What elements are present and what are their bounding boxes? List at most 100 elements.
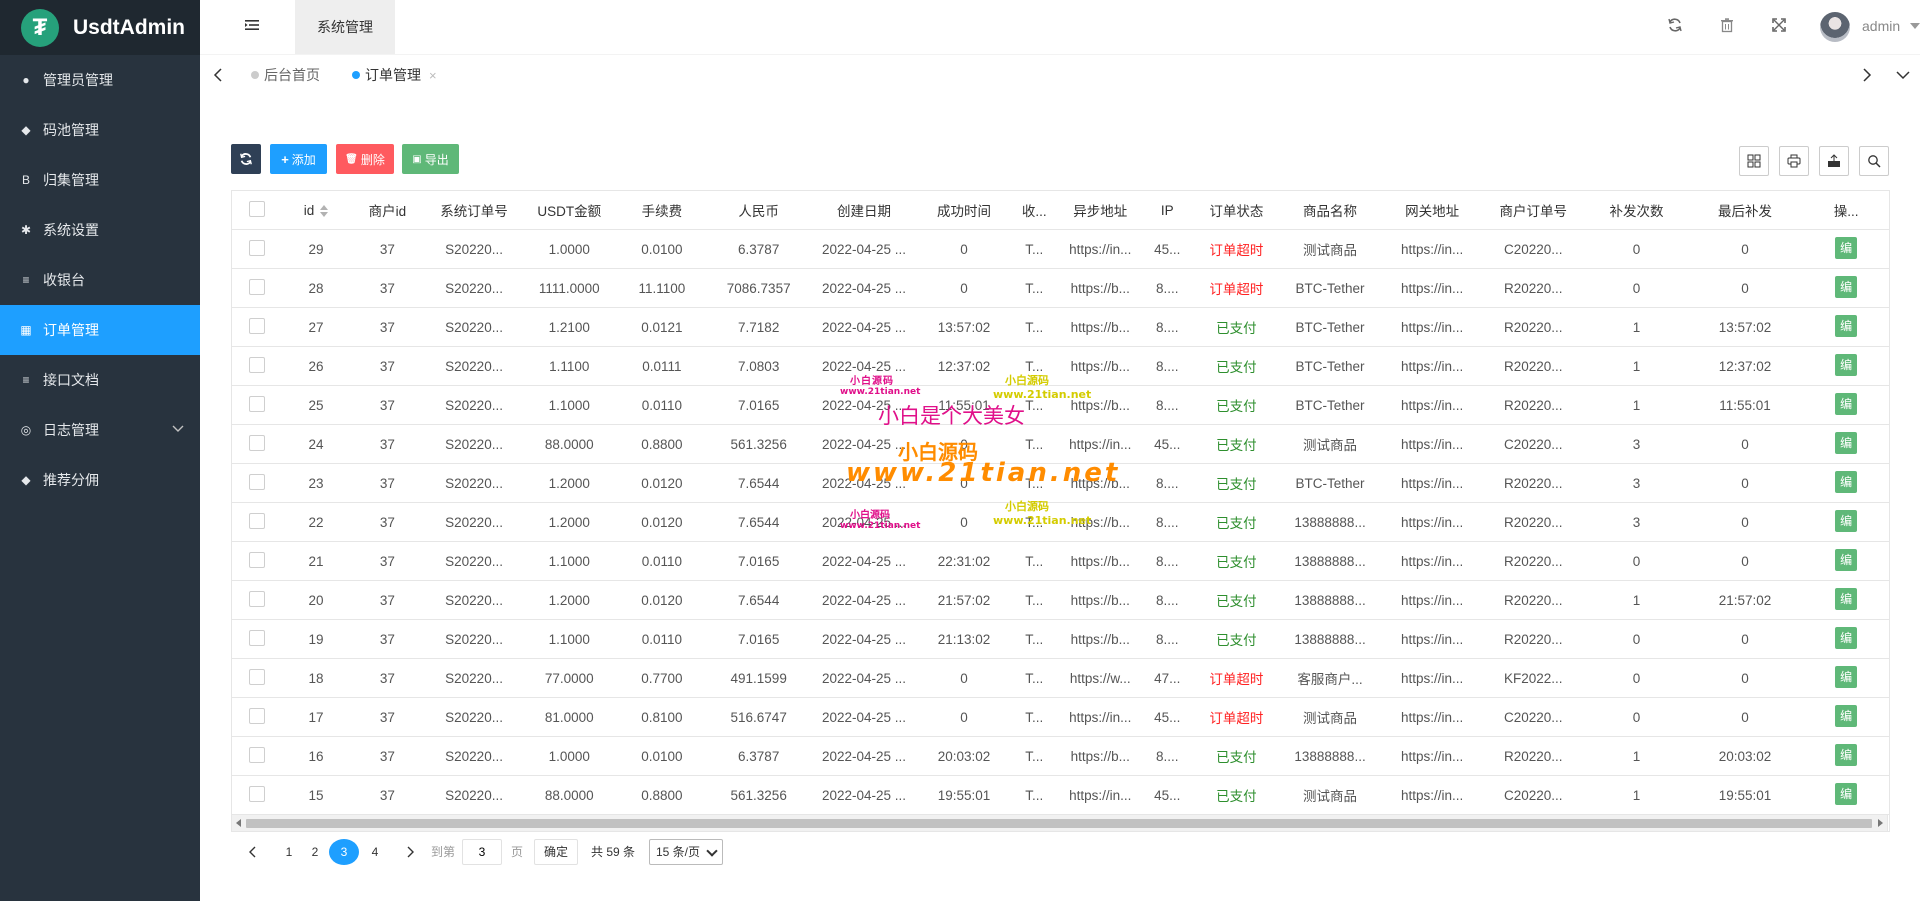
row-checkbox[interactable] — [249, 746, 265, 763]
column-header[interactable]: 成功时间 — [919, 191, 1009, 230]
tabs-prev-icon[interactable] — [210, 67, 226, 83]
column-header[interactable]: 最后补发 — [1689, 191, 1801, 230]
row-checkbox[interactable] — [249, 278, 265, 295]
table-row[interactable]: 18 37 S20220... 77.0000 0.7700 491.1599 2022-0… — [232, 658, 1889, 698]
edit-button[interactable]: 编 — [1835, 392, 1858, 415]
table-row[interactable]: 15 37 S20220... 88.0000 0.8800 561.3256 2022-0… — [232, 775, 1889, 815]
table-row[interactable]: 26 37 S20220... 1.1100 0.0111 7.0803 2022-04-2… — [232, 346, 1889, 386]
table-row[interactable]: 23 37 S20220... 1.2000 0.0120 7.6544 2022-04-2… — [232, 463, 1889, 503]
delete-button[interactable]: 🗑 删除 — [336, 144, 394, 174]
row-checkbox[interactable] — [249, 785, 265, 802]
column-header[interactable]: 收... — [1008, 191, 1060, 230]
horizontal-scrollbar[interactable] — [231, 815, 1888, 832]
search-button[interactable] — [1859, 146, 1889, 176]
column-header[interactable]: 商户订单号 — [1483, 191, 1584, 230]
top-tab-system[interactable]: 系统管理 — [295, 0, 395, 54]
edit-button[interactable]: 编 — [1835, 782, 1858, 805]
export-table-button[interactable] — [1819, 146, 1849, 176]
sidebar-item[interactable]: ≡ 收银台 — [0, 255, 200, 305]
edit-button[interactable]: 编 — [1835, 665, 1858, 688]
scroll-left-icon[interactable] — [236, 819, 241, 827]
sidebar-item[interactable]: ● 管理员管理 — [0, 55, 200, 105]
row-checkbox[interactable] — [249, 356, 265, 373]
row-checkbox[interactable] — [249, 551, 265, 568]
avatar[interactable] — [1820, 12, 1850, 42]
edit-button[interactable]: 编 — [1835, 704, 1858, 727]
table-row[interactable]: 22 37 S20220... 1.2000 0.0120 7.6544 2022-04-2… — [232, 502, 1889, 542]
row-checkbox[interactable] — [249, 590, 265, 607]
edit-button[interactable]: 编 — [1835, 548, 1858, 571]
page-size-select[interactable]: 15 条/页 — [649, 839, 723, 865]
page-link[interactable]: 4 — [367, 839, 383, 865]
table-row[interactable]: 27 37 S20220... 1.2100 0.0121 7.7182 2022-04-2… — [232, 307, 1889, 347]
page-number-input[interactable] — [462, 839, 502, 865]
scrollbar-thumb[interactable] — [246, 819, 1872, 828]
close-icon[interactable]: × — [429, 68, 437, 83]
edit-button[interactable]: 编 — [1835, 236, 1858, 259]
sidebar-item[interactable]: ≡ 接口文档 — [0, 355, 200, 405]
column-header[interactable]: 商户id — [350, 191, 425, 230]
edit-button[interactable]: 编 — [1835, 587, 1858, 610]
column-header[interactable]: 手续费 — [615, 191, 709, 230]
prev-page-icon[interactable] — [245, 839, 261, 865]
sidebar-item[interactable]: ◆ 码池管理 — [0, 105, 200, 155]
table-row[interactable]: 29 37 S20220... 1.0000 0.0100 6.3787 2022-04-2… — [232, 229, 1889, 269]
row-checkbox[interactable] — [249, 512, 265, 529]
fold-menu-icon[interactable] — [244, 17, 260, 33]
row-checkbox[interactable] — [249, 629, 265, 646]
export-button[interactable]: ▣ 导出 — [402, 144, 459, 174]
column-header[interactable]: 操... — [1800, 191, 1889, 230]
chevron-down-icon[interactable] — [172, 421, 184, 437]
row-checkbox[interactable] — [249, 239, 265, 256]
edit-button[interactable]: 编 — [1835, 509, 1858, 532]
edit-button[interactable]: 编 — [1835, 314, 1858, 337]
row-checkbox[interactable] — [249, 395, 265, 412]
table-row[interactable]: 17 37 S20220... 81.0000 0.8100 516.6747 2022-0… — [232, 697, 1889, 737]
table-row[interactable]: 16 37 S20220... 1.0000 0.0100 6.3787 2022-04-2… — [232, 736, 1889, 776]
page-link-current[interactable]: 3 — [329, 839, 359, 865]
edit-button[interactable]: 编 — [1835, 431, 1858, 454]
column-header[interactable]: 人民币 — [708, 191, 809, 230]
goto-confirm-button[interactable]: 确定 — [534, 839, 578, 865]
refresh-icon[interactable] — [1667, 17, 1683, 33]
columns-filter-button[interactable] — [1739, 146, 1769, 176]
row-checkbox[interactable] — [249, 473, 265, 490]
tabs-next-icon[interactable] — [1859, 67, 1875, 83]
table-row[interactable]: 20 37 S20220... 1.2000 0.0120 7.6544 2022-04-2… — [232, 580, 1889, 620]
sidebar-item[interactable]: ◎ 日志管理 — [0, 405, 200, 455]
select-all-checkbox[interactable] — [249, 200, 265, 217]
column-header[interactable]: 网关地址 — [1381, 191, 1484, 230]
sidebar-item[interactable]: ◆ 推荐分佣 — [0, 455, 200, 505]
column-header[interactable]: 补发次数 — [1583, 191, 1690, 230]
row-checkbox[interactable] — [249, 317, 265, 334]
add-button[interactable]: + 添加 — [270, 144, 327, 174]
row-checkbox[interactable] — [249, 434, 265, 451]
table-row[interactable]: 25 37 S20220... 1.1000 0.0110 7.0165 2022-04-2… — [232, 385, 1889, 425]
column-header[interactable]: IP — [1140, 191, 1194, 230]
reload-button[interactable] — [231, 144, 261, 174]
edit-button[interactable]: 编 — [1835, 743, 1858, 766]
row-checkbox[interactable] — [249, 707, 265, 724]
page-link[interactable]: 2 — [307, 839, 323, 865]
table-row[interactable]: 19 37 S20220... 1.1000 0.0110 7.0165 2022-04-2… — [232, 619, 1889, 659]
table-row[interactable]: 28 37 S20220... 1111.0000 11.1100 7086.7357 20… — [232, 268, 1889, 308]
column-header[interactable]: 创建日期 — [808, 191, 920, 230]
edit-button[interactable]: 编 — [1835, 626, 1858, 649]
row-checkbox[interactable] — [249, 668, 265, 685]
column-header[interactable]: 订单状态 — [1193, 191, 1279, 230]
trash-icon[interactable] — [1719, 17, 1735, 33]
fullscreen-icon[interactable] — [1771, 17, 1787, 33]
logo[interactable]: ₮ UsdtAdmin — [0, 0, 200, 55]
sidebar-item[interactable]: ✱ 系统设置 — [0, 205, 200, 255]
next-page-icon[interactable] — [402, 839, 418, 865]
edit-button[interactable]: 编 — [1835, 470, 1858, 493]
scroll-right-icon[interactable] — [1878, 819, 1883, 827]
table-row[interactable]: 24 37 S20220... 88.0000 0.8800 561.3256 2022-0… — [232, 424, 1889, 464]
chevron-down-icon[interactable] — [1910, 23, 1920, 29]
tab-orders[interactable]: 订单管理 × — [352, 65, 437, 85]
table-row[interactable]: 21 37 S20220... 1.1000 0.0110 7.0165 2022-04-2… — [232, 541, 1889, 581]
column-header[interactable]: 系统订单号 — [424, 191, 524, 230]
page-link[interactable]: 1 — [281, 839, 297, 865]
tabs-menu-chevron-icon[interactable] — [1895, 67, 1911, 83]
sidebar-item[interactable]: ▦ 订单管理 — [0, 305, 200, 355]
